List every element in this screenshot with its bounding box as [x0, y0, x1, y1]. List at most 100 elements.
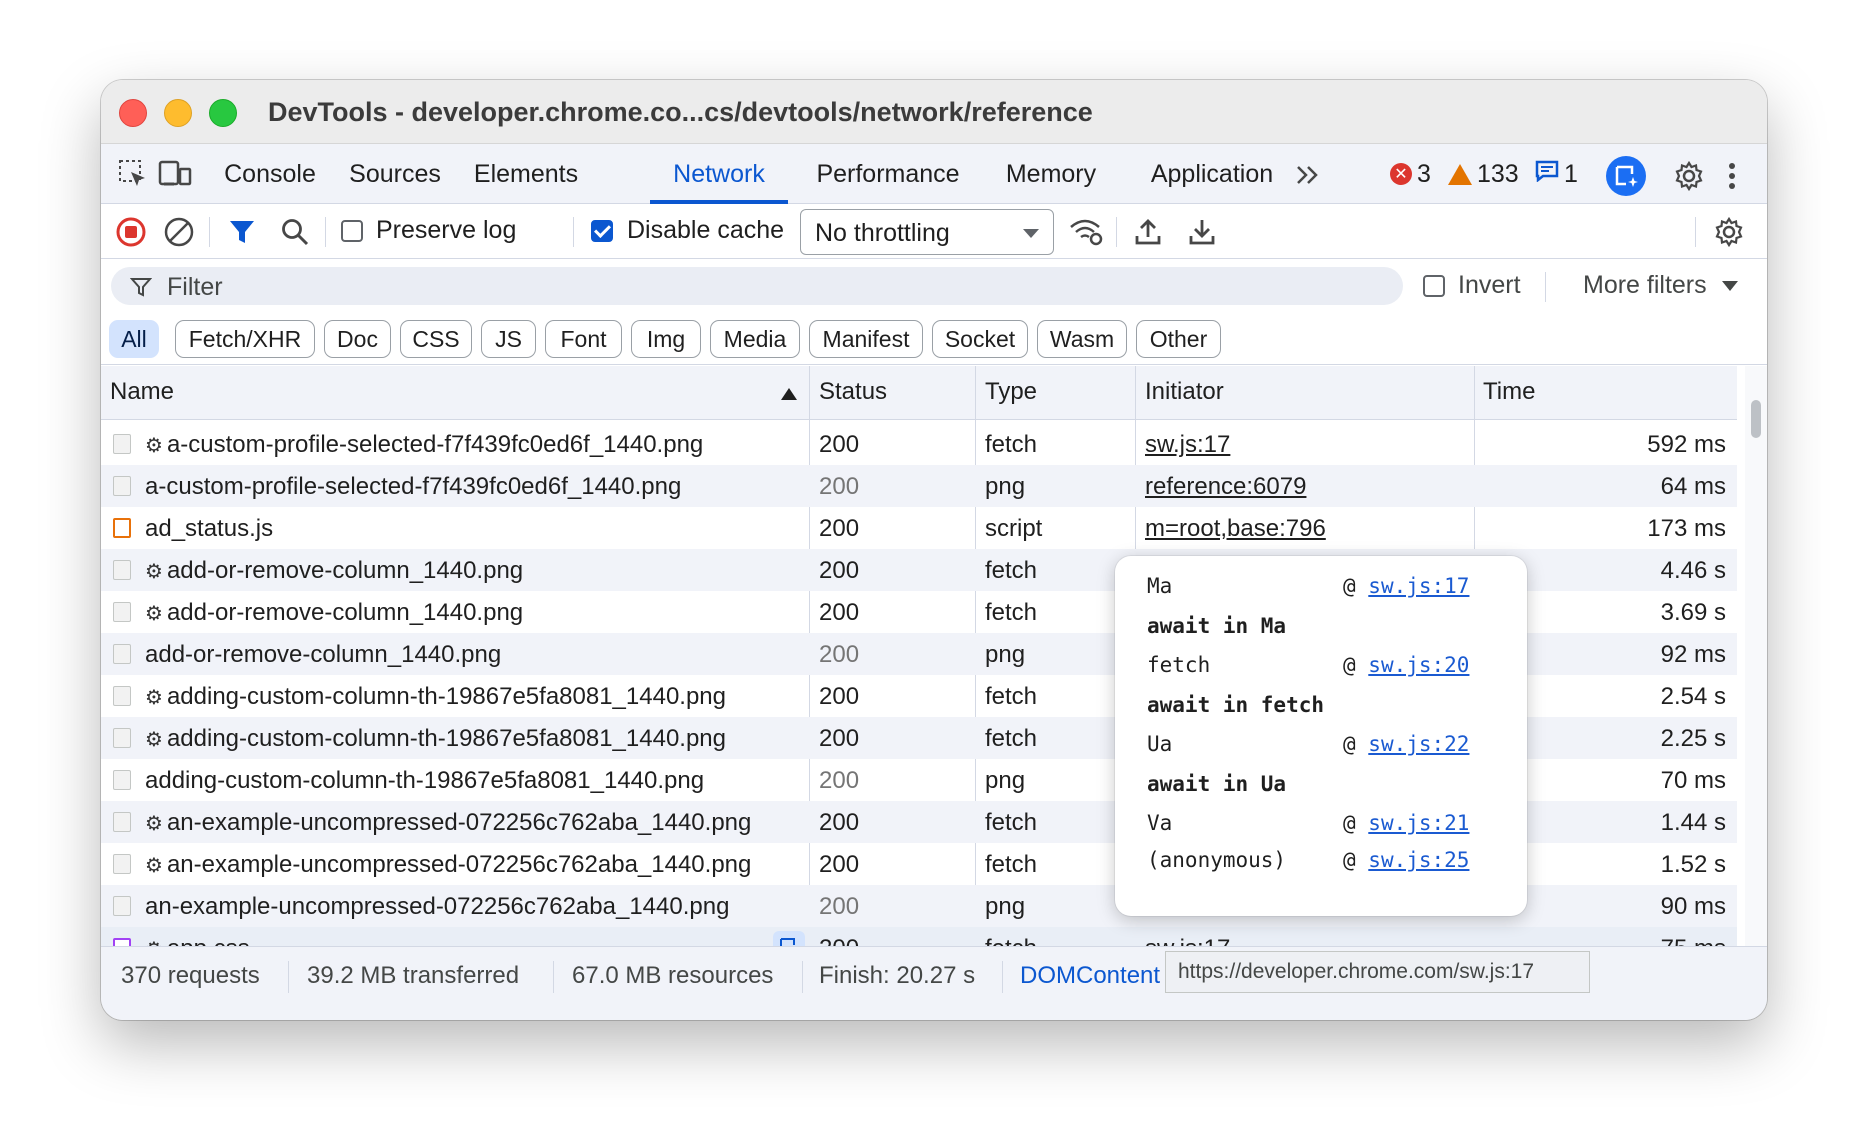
request-status: 200: [819, 851, 860, 878]
chip-wasm[interactable]: Wasm: [1037, 320, 1127, 358]
tab-memory[interactable]: Memory: [984, 144, 1118, 204]
import-har-icon[interactable]: [1130, 214, 1166, 250]
source-link[interactable]: sw.js:20: [1368, 653, 1469, 677]
service-worker-gear-icon: ⚙: [145, 687, 163, 709]
transferred-size: 39.2 MB transferred: [307, 962, 520, 989]
request-status: 200: [819, 767, 860, 794]
stack-frame-function: fetch: [1147, 653, 1211, 677]
chip-fetch-xhr[interactable]: Fetch/XHR: [175, 320, 315, 358]
request-name: ⚙ a-custom-profile-selected-f7f439fc0ed6f…: [145, 431, 704, 458]
chip-css[interactable]: CSS: [400, 320, 472, 358]
chip-all[interactable]: All: [109, 320, 159, 358]
table-row[interactable]: a-custom-profile-selected-f7f439fc0ed6f_…: [101, 465, 1737, 507]
at-symbol: @: [1343, 653, 1369, 677]
chip-socket[interactable]: Socket: [932, 320, 1028, 358]
throttling-select[interactable]: No throttling: [800, 209, 1054, 255]
column-status-header[interactable]: Status: [819, 378, 887, 406]
request-name: add-or-remove-column_1440.png: [145, 641, 502, 668]
source-link[interactable]: sw.js:21: [1368, 811, 1469, 835]
request-status: 200: [819, 809, 860, 836]
more-filters-button[interactable]: More filters: [1583, 271, 1738, 300]
request-name: ⚙ add-or-remove-column_1440.png: [145, 599, 524, 626]
invert-checkbox[interactable]: [1423, 275, 1445, 297]
disable-cache-checkbox[interactable]: [591, 220, 613, 242]
table-row[interactable]: ⚙ a-custom-profile-selected-f7f439fc0ed6f…: [101, 423, 1737, 465]
divider: [1545, 272, 1546, 302]
maximize-window-button[interactable]: [209, 99, 237, 127]
devtools-window: DevTools - developer.chrome.co...cs/devt…: [101, 80, 1767, 1020]
request-status: 200: [819, 893, 860, 920]
chip-img[interactable]: Img: [631, 320, 701, 358]
preserve-log-checkbox[interactable]: [341, 220, 363, 242]
table-row[interactable]: ⚙app.css 200 fetch sw.js:17 75 ms: [101, 927, 1737, 946]
stop-recording-icon[interactable]: [113, 214, 149, 250]
at-symbol: @: [1343, 848, 1369, 872]
settings-gear-icon[interactable]: [1671, 158, 1707, 194]
table-row[interactable]: ad_status.js 200 script m=root,base:796 173 …: [101, 507, 1737, 549]
search-icon[interactable]: [277, 214, 313, 250]
request-type: fetch: [985, 725, 1038, 752]
request-name: ⚙ an-example-uncompressed-072256c762aba_1…: [145, 851, 752, 878]
tab-console[interactable]: Console: [208, 144, 332, 204]
table-scrollbar[interactable]: [1745, 366, 1767, 946]
divider: [1695, 217, 1696, 247]
window-title: DevTools - developer.chrome.co...cs/devt…: [268, 97, 1093, 127]
chip-other[interactable]: Other: [1136, 320, 1221, 358]
preserve-log-label: Preserve log: [376, 216, 517, 244]
chip-manifest[interactable]: Manifest: [809, 320, 923, 358]
column-type-header[interactable]: Type: [985, 378, 1037, 406]
error-counter[interactable]: ✕ 3: [1390, 156, 1431, 192]
async-boundary-label: await in fetch: [1147, 693, 1325, 717]
request-type: png: [985, 893, 1026, 920]
at-symbol: @: [1343, 732, 1369, 756]
stylesheet-file-icon: [113, 938, 131, 946]
device-toolbar-icon[interactable]: [157, 156, 193, 192]
inspect-element-icon[interactable]: [115, 156, 151, 192]
more-tabs-chevron-icon[interactable]: [1291, 158, 1325, 192]
filter-input[interactable]: Filter: [111, 267, 1403, 305]
request-type: fetch: [985, 935, 1037, 946]
stack-frame-function: Ma: [1147, 574, 1173, 598]
export-har-icon[interactable]: [1184, 214, 1220, 250]
network-settings-gear-icon[interactable]: [1711, 214, 1747, 250]
tab-sources[interactable]: Sources: [337, 144, 453, 204]
network-toolbar: Preserve log Disable cache No throttling: [101, 205, 1767, 259]
request-status: 200: [819, 683, 860, 710]
more-options-icon[interactable]: [1719, 158, 1745, 194]
minimize-window-button[interactable]: [164, 99, 192, 127]
initiator-link[interactable]: sw.js:17: [1145, 431, 1230, 459]
tab-network[interactable]: Network: [650, 144, 788, 204]
request-type: fetch: [985, 431, 1038, 458]
network-conditions-icon[interactable]: [1066, 214, 1106, 250]
chip-media[interactable]: Media: [710, 320, 800, 358]
tab-elements[interactable]: Elements: [456, 144, 596, 204]
initiator-link[interactable]: sw.js:17: [1145, 935, 1230, 946]
ai-chat-icon[interactable]: [773, 931, 805, 946]
warning-counter[interactable]: 133: [1448, 156, 1519, 192]
request-name: ⚙ add-or-remove-column_1440.png: [145, 557, 524, 584]
message-counter[interactable]: 1: [1535, 156, 1578, 192]
chip-doc[interactable]: Doc: [324, 320, 391, 358]
tab-application[interactable]: Application: [1126, 144, 1298, 204]
chip-font[interactable]: Font: [545, 320, 622, 358]
clear-icon[interactable]: [161, 214, 197, 250]
initiator-link[interactable]: reference:6079: [1145, 473, 1306, 501]
column-time-header[interactable]: Time: [1483, 378, 1535, 406]
source-link[interactable]: sw.js:25: [1368, 848, 1469, 872]
request-status: 200: [819, 725, 860, 752]
source-link[interactable]: sw.js:17: [1368, 574, 1469, 598]
divider: [573, 217, 574, 247]
scrollbar-thumb[interactable]: [1751, 400, 1761, 438]
source-link[interactable]: sw.js:22: [1368, 732, 1469, 756]
ai-assistance-button[interactable]: [1606, 156, 1646, 196]
filter-funnel-icon[interactable]: [224, 214, 260, 250]
column-name-header[interactable]: Name: [110, 378, 174, 406]
async-boundary-label: await in Ua: [1147, 772, 1287, 796]
chip-js[interactable]: JS: [481, 320, 536, 358]
tab-performance[interactable]: Performance: [802, 144, 974, 204]
close-window-button[interactable]: [119, 99, 147, 127]
stack-frame-function: Ua: [1147, 732, 1173, 756]
column-initiator-header[interactable]: Initiator: [1145, 378, 1224, 406]
image-file-icon: [113, 812, 131, 832]
initiator-link[interactable]: m=root,base:796: [1145, 515, 1326, 543]
